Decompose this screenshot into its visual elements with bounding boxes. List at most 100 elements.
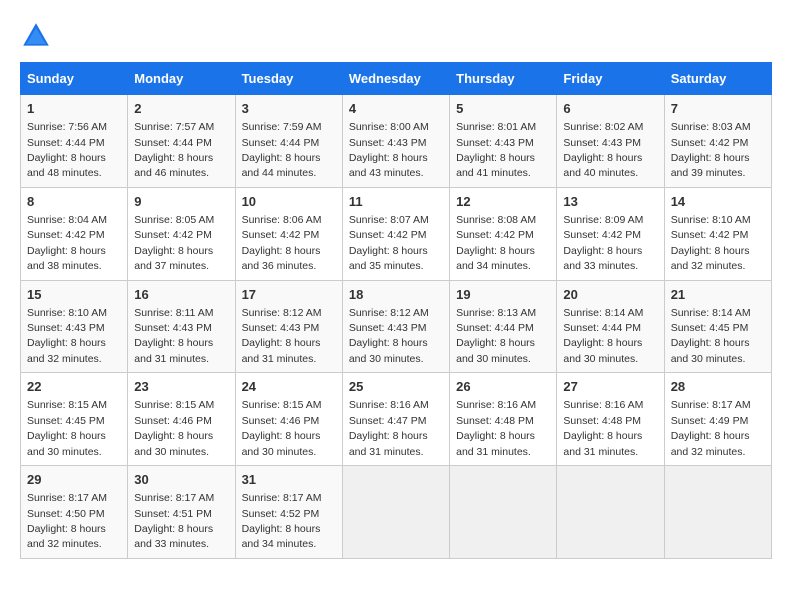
page-header	[20, 20, 772, 52]
day-info: Sunrise: 8:09 AM Sunset: 4:42 PM Dayligh…	[563, 214, 643, 272]
day-info: Sunrise: 7:56 AM Sunset: 4:44 PM Dayligh…	[27, 121, 107, 179]
day-number: 10	[242, 193, 336, 211]
day-number: 15	[27, 286, 121, 304]
day-number: 22	[27, 378, 121, 396]
weekday-header-thursday: Thursday	[450, 63, 557, 95]
day-number: 20	[563, 286, 657, 304]
calendar-cell	[664, 466, 771, 559]
day-info: Sunrise: 8:06 AM Sunset: 4:42 PM Dayligh…	[242, 214, 322, 272]
day-number: 29	[27, 471, 121, 489]
day-info: Sunrise: 8:15 AM Sunset: 4:45 PM Dayligh…	[27, 399, 107, 457]
calendar-cell: 17Sunrise: 8:12 AM Sunset: 4:43 PM Dayli…	[235, 280, 342, 373]
day-info: Sunrise: 8:12 AM Sunset: 4:43 PM Dayligh…	[242, 307, 322, 365]
day-number: 14	[671, 193, 765, 211]
calendar-cell: 15 Sunrise: 8:10 AM Sunset: 4:43 PM Dayli…	[21, 280, 128, 373]
day-info: Sunrise: 8:14 AM Sunset: 4:45 PM Dayligh…	[671, 307, 751, 365]
calendar-cell: 27Sunrise: 8:16 AM Sunset: 4:48 PM Dayli…	[557, 373, 664, 466]
day-number: 23	[134, 378, 228, 396]
day-info: Sunrise: 8:13 AM Sunset: 4:44 PM Dayligh…	[456, 307, 536, 365]
calendar-cell: 4 Sunrise: 8:00 AM Sunset: 4:43 PM Daylig…	[342, 95, 449, 188]
day-number: 2	[134, 100, 228, 118]
calendar-cell: 13 Sunrise: 8:09 AM Sunset: 4:42 PM Dayli…	[557, 187, 664, 280]
weekday-header-monday: Monday	[128, 63, 235, 95]
day-number: 11	[349, 193, 443, 211]
weekday-header-sunday: Sunday	[21, 63, 128, 95]
day-info: Sunrise: 8:14 AM Sunset: 4:44 PM Dayligh…	[563, 307, 643, 365]
calendar-cell: 16Sunrise: 8:11 AM Sunset: 4:43 PM Dayli…	[128, 280, 235, 373]
day-number: 7	[671, 100, 765, 118]
calendar-cell: 31 Sunrise: 8:17 AM Sunset: 4:52 PM Dayli…	[235, 466, 342, 559]
weekday-header-row: SundayMondayTuesdayWednesdayThursdayFrid…	[21, 63, 772, 95]
calendar-cell: 30 Sunrise: 8:17 AM Sunset: 4:51 PM Dayli…	[128, 466, 235, 559]
calendar-cell: 3Sunrise: 7:59 AM Sunset: 4:44 PM Daylig…	[235, 95, 342, 188]
calendar-cell: 24 Sunrise: 8:15 AM Sunset: 4:46 PM Dayli…	[235, 373, 342, 466]
day-number: 28	[671, 378, 765, 396]
day-number: 9	[134, 193, 228, 211]
day-number: 6	[563, 100, 657, 118]
day-info: Sunrise: 8:02 AM Sunset: 4:43 PM Dayligh…	[563, 121, 643, 179]
calendar-cell	[557, 466, 664, 559]
day-info: Sunrise: 8:15 AM Sunset: 4:46 PM Dayligh…	[134, 399, 214, 457]
day-number: 1	[27, 100, 121, 118]
calendar-cell: 5 Sunrise: 8:01 AM Sunset: 4:43 PM Daylig…	[450, 95, 557, 188]
day-number: 26	[456, 378, 550, 396]
day-number: 30	[134, 471, 228, 489]
calendar-cell: 26 Sunrise: 8:16 AM Sunset: 4:48 PM Dayli…	[450, 373, 557, 466]
calendar-week-row: 8 Sunrise: 8:04 AM Sunset: 4:42 PM Daylig…	[21, 187, 772, 280]
day-info: Sunrise: 7:57 AM Sunset: 4:44 PM Dayligh…	[134, 121, 214, 179]
weekday-header-friday: Friday	[557, 63, 664, 95]
day-number: 5	[456, 100, 550, 118]
calendar-cell: 2 Sunrise: 7:57 AM Sunset: 4:44 PM Daylig…	[128, 95, 235, 188]
calendar-cell: 8 Sunrise: 8:04 AM Sunset: 4:42 PM Daylig…	[21, 187, 128, 280]
calendar-cell: 25 Sunrise: 8:16 AM Sunset: 4:47 PM Dayli…	[342, 373, 449, 466]
calendar-cell: 6 Sunrise: 8:02 AM Sunset: 4:43 PM Daylig…	[557, 95, 664, 188]
calendar-cell: 29 Sunrise: 8:17 AM Sunset: 4:50 PM Dayli…	[21, 466, 128, 559]
day-number: 8	[27, 193, 121, 211]
calendar-cell: 28 Sunrise: 8:17 AM Sunset: 4:49 PM Dayli…	[664, 373, 771, 466]
calendar-cell: 23 Sunrise: 8:15 AM Sunset: 4:46 PM Dayli…	[128, 373, 235, 466]
day-info: Sunrise: 8:01 AM Sunset: 4:43 PM Dayligh…	[456, 121, 536, 179]
day-info: Sunrise: 8:10 AM Sunset: 4:42 PM Dayligh…	[671, 214, 751, 272]
weekday-header-saturday: Saturday	[664, 63, 771, 95]
day-info: Sunrise: 8:07 AM Sunset: 4:42 PM Dayligh…	[349, 214, 429, 272]
day-info: Sunrise: 8:04 AM Sunset: 4:42 PM Dayligh…	[27, 214, 107, 272]
calendar-cell: 12Sunrise: 8:08 AM Sunset: 4:42 PM Dayli…	[450, 187, 557, 280]
calendar-cell: 21Sunrise: 8:14 AM Sunset: 4:45 PM Dayli…	[664, 280, 771, 373]
day-number: 31	[242, 471, 336, 489]
day-number: 4	[349, 100, 443, 118]
day-info: Sunrise: 8:17 AM Sunset: 4:49 PM Dayligh…	[671, 399, 751, 457]
day-number: 19	[456, 286, 550, 304]
calendar-table: SundayMondayTuesdayWednesdayThursdayFrid…	[20, 62, 772, 559]
calendar-cell: 10 Sunrise: 8:06 AM Sunset: 4:42 PM Dayli…	[235, 187, 342, 280]
logo-icon	[20, 20, 52, 52]
calendar-week-row: 1 Sunrise: 7:56 AM Sunset: 4:44 PM Daylig…	[21, 95, 772, 188]
day-number: 27	[563, 378, 657, 396]
day-info: Sunrise: 8:17 AM Sunset: 4:51 PM Dayligh…	[134, 492, 214, 550]
calendar-cell: 1 Sunrise: 7:56 AM Sunset: 4:44 PM Daylig…	[21, 95, 128, 188]
weekday-header-wednesday: Wednesday	[342, 63, 449, 95]
day-info: Sunrise: 8:16 AM Sunset: 4:47 PM Dayligh…	[349, 399, 429, 457]
day-info: Sunrise: 8:17 AM Sunset: 4:52 PM Dayligh…	[242, 492, 322, 550]
calendar-week-row: 15 Sunrise: 8:10 AM Sunset: 4:43 PM Dayli…	[21, 280, 772, 373]
calendar-cell: 11 Sunrise: 8:07 AM Sunset: 4:42 PM Dayli…	[342, 187, 449, 280]
day-info: Sunrise: 7:59 AM Sunset: 4:44 PM Dayligh…	[242, 121, 322, 179]
calendar-cell	[450, 466, 557, 559]
day-number: 25	[349, 378, 443, 396]
day-info: Sunrise: 8:00 AM Sunset: 4:43 PM Dayligh…	[349, 121, 429, 179]
day-info: Sunrise: 8:03 AM Sunset: 4:42 PM Dayligh…	[671, 121, 751, 179]
calendar-cell: 22 Sunrise: 8:15 AM Sunset: 4:45 PM Dayli…	[21, 373, 128, 466]
day-info: Sunrise: 8:12 AM Sunset: 4:43 PM Dayligh…	[349, 307, 429, 365]
weekday-header-tuesday: Tuesday	[235, 63, 342, 95]
day-info: Sunrise: 8:05 AM Sunset: 4:42 PM Dayligh…	[134, 214, 214, 272]
calendar-cell: 18Sunrise: 8:12 AM Sunset: 4:43 PM Dayli…	[342, 280, 449, 373]
day-number: 24	[242, 378, 336, 396]
day-number: 13	[563, 193, 657, 211]
calendar-cell: 20 Sunrise: 8:14 AM Sunset: 4:44 PM Dayli…	[557, 280, 664, 373]
day-info: Sunrise: 8:17 AM Sunset: 4:50 PM Dayligh…	[27, 492, 107, 550]
calendar-cell: 7 Sunrise: 8:03 AM Sunset: 4:42 PM Daylig…	[664, 95, 771, 188]
calendar-week-row: 22 Sunrise: 8:15 AM Sunset: 4:45 PM Dayli…	[21, 373, 772, 466]
day-info: Sunrise: 8:10 AM Sunset: 4:43 PM Dayligh…	[27, 307, 107, 365]
day-info: Sunrise: 8:16 AM Sunset: 4:48 PM Dayligh…	[456, 399, 536, 457]
day-info: Sunrise: 8:15 AM Sunset: 4:46 PM Dayligh…	[242, 399, 322, 457]
calendar-cell: 14 Sunrise: 8:10 AM Sunset: 4:42 PM Dayli…	[664, 187, 771, 280]
